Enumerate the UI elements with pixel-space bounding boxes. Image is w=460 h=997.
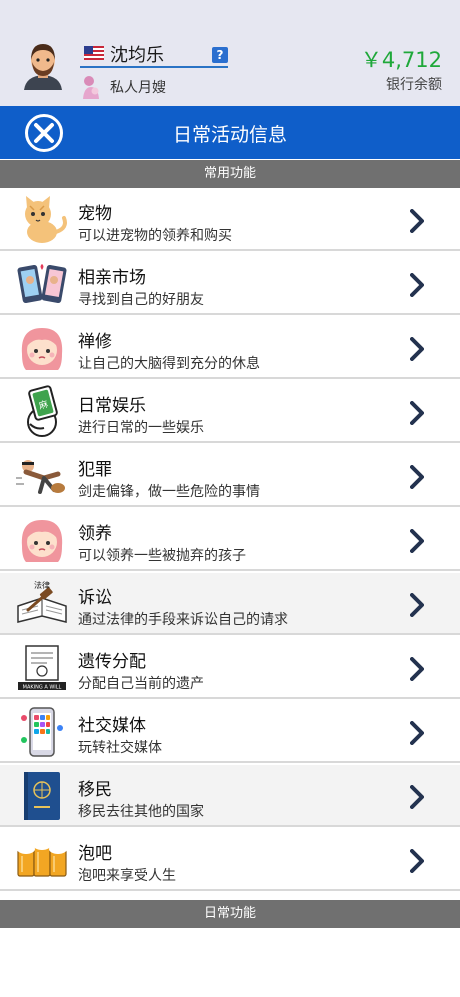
chevron-right-icon[interactable] <box>410 209 424 233</box>
activity-row-immigration[interactable]: 移民 移民去往其他的国家 <box>0 765 460 827</box>
page-header: 日常活动信息 <box>0 106 460 159</box>
activity-description: 玩转社交媒体 <box>78 740 162 756</box>
maid-icon <box>83 76 99 99</box>
profile-bar: 沈均乐 ? 私人月嫂 ￥4,712 银行余额 <box>0 0 460 106</box>
will-document-icon: MAKING A WILL <box>18 645 66 691</box>
activity-row-entertainment[interactable]: 麻 日常娱乐 进行日常的一些娱乐 <box>0 381 460 443</box>
dating-phones-icon <box>17 264 67 303</box>
activity-description: 剑走偏锋，做一些危险的事情 <box>78 484 260 500</box>
activity-description: 可以进宠物的领养和购买 <box>78 228 232 244</box>
cat-icon <box>25 196 67 243</box>
activity-title: 诉讼 <box>78 588 112 608</box>
activity-title: 宠物 <box>78 204 112 224</box>
chevron-right-icon[interactable] <box>410 785 424 809</box>
activity-description: 泡吧来享受人生 <box>78 868 176 884</box>
law-book-icon: 法律 <box>17 580 67 623</box>
activity-description: 分配自己当前的遗产 <box>78 676 204 692</box>
bank-balance: ￥4,712 <box>360 48 442 72</box>
activity-title: 相亲市场 <box>78 268 146 288</box>
chevron-right-icon[interactable] <box>410 849 424 873</box>
activity-title: 遗传分配 <box>78 652 146 672</box>
smartphone-apps-icon <box>21 707 63 757</box>
girl-face-icon <box>21 520 63 562</box>
activity-row-dating[interactable]: 相亲市场 寻找到自己的好朋友 <box>0 253 460 315</box>
activity-description: 进行日常的一些娱乐 <box>78 420 204 436</box>
help-button[interactable]: ? <box>212 47 228 63</box>
chevron-right-icon[interactable] <box>410 465 424 489</box>
page-title: 日常活动信息 <box>172 124 287 146</box>
activity-title: 禅修 <box>78 332 112 352</box>
law-book-caption: 法律 <box>34 580 50 590</box>
us-flag-icon <box>84 46 104 60</box>
activity-description: 通过法律的手段来诉讼自己的请求 <box>78 612 288 628</box>
activity-row-pet[interactable]: 宠物 可以进宠物的领养和购买 <box>0 189 460 251</box>
activity-row-adoption[interactable]: 领养 可以领养一些被抛弃的孩子 <box>0 509 460 571</box>
chevron-right-icon[interactable] <box>410 273 424 297</box>
beer-mugs-icon <box>17 840 67 877</box>
section-header-common: 常用功能 <box>0 160 460 188</box>
username[interactable]: 沈均乐 <box>110 41 164 67</box>
activity-title: 日常娱乐 <box>78 396 146 416</box>
activity-row-bar[interactable]: 泡吧 泡吧来享受人生 <box>0 829 460 891</box>
will-caption: MAKING A WILL <box>23 685 62 691</box>
chevron-right-icon[interactable] <box>410 657 424 681</box>
activity-row-lawsuit[interactable]: 法律 诉讼 通过法律的手段来诉讼自己的请求 <box>0 573 460 635</box>
activity-row-meditation[interactable]: 禅修 让自己的大脑得到充分的休息 <box>0 317 460 379</box>
girl-face-icon <box>21 328 63 370</box>
section-header-daily: 日常功能 <box>0 900 460 928</box>
occupation-label: 私人月嫂 <box>110 80 166 96</box>
chevron-right-icon[interactable] <box>410 721 424 745</box>
mahjong-icon: 麻 <box>27 385 58 437</box>
activity-description: 移民去往其他的国家 <box>78 804 204 820</box>
activity-row-social-media[interactable]: 社交媒体 玩转社交媒体 <box>0 701 460 763</box>
activity-title: 犯罪 <box>78 460 112 480</box>
chevron-right-icon[interactable] <box>410 593 424 617</box>
activity-title: 移民 <box>78 780 112 800</box>
passport-icon <box>24 772 60 820</box>
avatar[interactable] <box>16 36 70 90</box>
thief-icon <box>16 460 65 494</box>
activity-title: 泡吧 <box>78 844 112 864</box>
activity-title: 社交媒体 <box>78 716 146 736</box>
activity-description: 可以领养一些被抛弃的孩子 <box>78 548 246 564</box>
username-underline <box>80 66 228 68</box>
activity-title: 领养 <box>78 524 112 544</box>
activity-row-inheritance[interactable]: MAKING A WILL 遗传分配 分配自己当前的遗产 <box>0 637 460 699</box>
activity-row-crime[interactable]: 犯罪 剑走偏锋，做一些危险的事情 <box>0 445 460 507</box>
chevron-right-icon[interactable] <box>410 337 424 361</box>
chevron-right-icon[interactable] <box>410 401 424 425</box>
bank-balance-label: 银行余额 <box>386 77 442 93</box>
chevron-right-icon[interactable] <box>410 529 424 553</box>
activity-description: 寻找到自己的好朋友 <box>78 292 204 308</box>
activity-description: 让自己的大脑得到充分的休息 <box>78 356 260 372</box>
